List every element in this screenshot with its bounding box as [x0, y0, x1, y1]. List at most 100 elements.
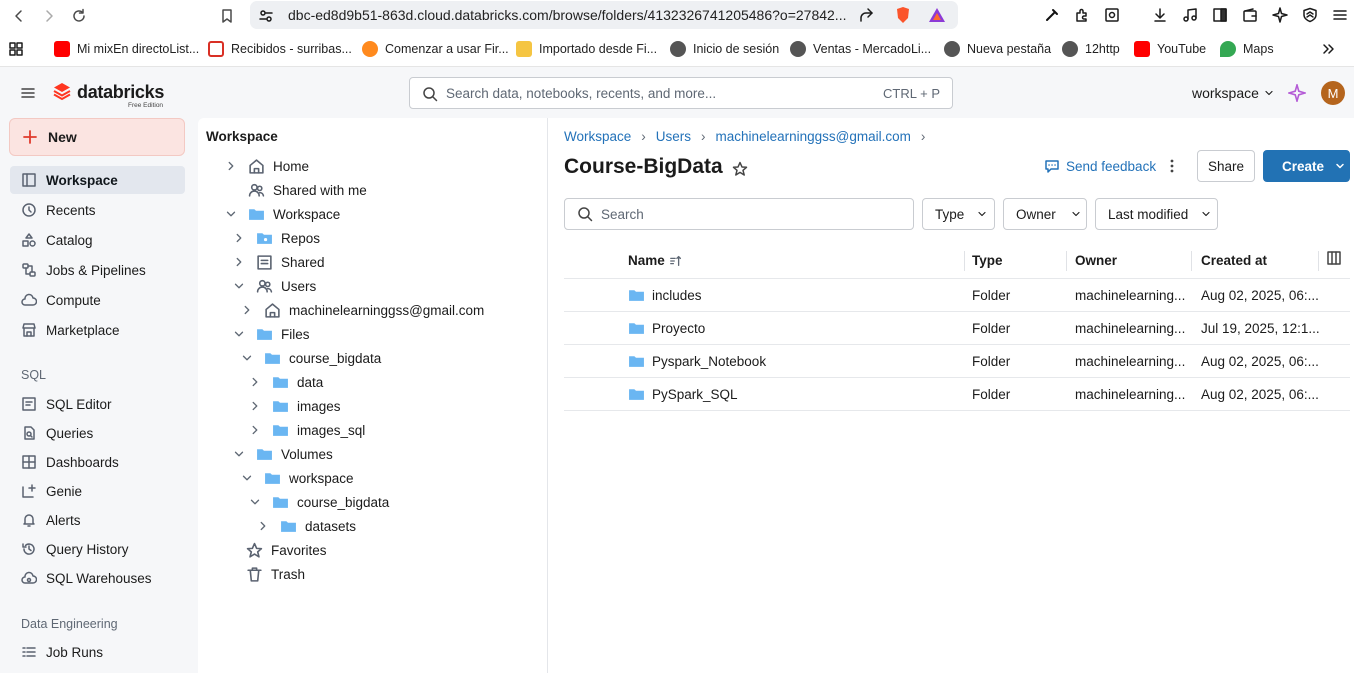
chevron-right-icon[interactable] [240, 303, 254, 317]
sort-icon[interactable] [669, 254, 683, 268]
extensions-icon[interactable] [1074, 7, 1090, 23]
chevron-right-icon[interactable] [224, 159, 238, 173]
tree-node-datasets[interactable]: datasets [256, 514, 356, 538]
sidebar-item-sql-editor[interactable]: SQL Editor [10, 390, 185, 418]
chevron-down-icon[interactable] [232, 327, 246, 341]
chevron-down-icon[interactable] [224, 207, 238, 221]
brand-name[interactable]: databricks [77, 82, 164, 103]
chevron-down-icon[interactable] [232, 447, 246, 461]
sidebar-item-queries[interactable]: Queries [10, 419, 185, 447]
address-bar[interactable]: dbc-ed8d9b51-863d.cloud.databricks.com/b… [250, 1, 958, 29]
reload-icon[interactable] [64, 2, 94, 30]
bookmark-item[interactable]: Recibidos - surribas... [208, 41, 352, 57]
tree-node-images[interactable]: images [248, 394, 341, 418]
brave-shield-icon[interactable] [894, 6, 912, 24]
table-row[interactable]: Pyspark_Notebook Folder machinelearning.… [564, 345, 1350, 378]
eyedropper-icon[interactable] [1044, 7, 1060, 23]
bookmark-item[interactable]: Mi mixEn directoList... [54, 41, 199, 57]
media-icon[interactable] [1182, 7, 1198, 23]
hamburger-menu-icon[interactable] [20, 85, 36, 101]
table-row[interactable]: includes Folder machinelearning... Aug 0… [564, 279, 1350, 312]
sidebar-item-genie[interactable]: Genie [10, 477, 185, 505]
sidebar-item-recents[interactable]: Recents [10, 196, 185, 224]
chevron-down-icon[interactable] [240, 351, 254, 365]
site-info-icon[interactable] [258, 8, 274, 24]
bookmark-item[interactable]: Comenzar a usar Fir... [362, 41, 509, 57]
tree-node-trash[interactable]: Trash [246, 562, 305, 586]
sidebar-item-dashboards[interactable]: Dashboards [10, 448, 185, 476]
tree-node-images-sql[interactable]: images_sql [248, 418, 365, 442]
sidebar-item-alerts[interactable]: Alerts [10, 506, 185, 534]
sidebar-item-jobs-pipelines[interactable]: Jobs & Pipelines [10, 256, 185, 284]
bookmark-item[interactable]: YouTube [1134, 41, 1206, 57]
sidebar-item-workspace[interactable]: Workspace [10, 166, 185, 194]
tree-node-data[interactable]: data [248, 370, 323, 394]
tree-node-users[interactable]: Users [232, 274, 316, 298]
owner-filter[interactable]: Owner [1003, 198, 1087, 230]
download-icon[interactable] [1152, 7, 1168, 23]
last-modified-filter[interactable]: Last modified [1095, 198, 1218, 230]
chevron-right-icon[interactable] [256, 519, 270, 533]
chevron-down-icon[interactable] [240, 471, 254, 485]
tree-node-files[interactable]: Files [232, 322, 310, 346]
global-search-input[interactable]: Search data, notebooks, recents, and mor… [409, 77, 953, 109]
tree-node-home[interactable]: Home [224, 154, 309, 178]
more-bookmarks-icon[interactable] [1320, 41, 1336, 57]
tree-node-user-home[interactable]: machinelearninggss@gmail.com [240, 298, 484, 322]
type-filter[interactable]: Type [922, 198, 995, 230]
leo-ai-icon[interactable] [1272, 7, 1288, 23]
avatar[interactable]: M [1321, 81, 1345, 105]
tree-node-repos[interactable]: Repos [232, 226, 320, 250]
sidebar-item-job-runs[interactable]: Job Runs [10, 638, 185, 666]
vpn-shield-icon[interactable] [1302, 7, 1318, 23]
menu-icon[interactable] [1332, 7, 1348, 23]
search-input[interactable]: Search [564, 198, 914, 230]
tree-node-volumes-course-bigdata[interactable]: course_bigdata [248, 490, 389, 514]
row-name-link[interactable]: includes [652, 288, 702, 303]
chevron-down-icon[interactable] [232, 279, 246, 293]
chevron-right-icon[interactable] [248, 423, 262, 437]
assistant-sparkle-icon[interactable] [1288, 84, 1306, 102]
tree-node-course-bigdata[interactable]: course_bigdata [240, 346, 381, 370]
sidebar-item-catalog[interactable]: Catalog [10, 226, 185, 254]
wallet-icon[interactable] [1242, 7, 1258, 23]
bookmark-item[interactable]: Inicio de sesión [670, 41, 779, 57]
favorite-star-icon[interactable] [732, 161, 748, 177]
more-options-icon[interactable] [1164, 158, 1180, 174]
table-row[interactable]: Proyecto Folder machinelearning... Jul 1… [564, 312, 1350, 345]
screenshot-icon[interactable] [1104, 7, 1120, 23]
chevron-right-icon[interactable] [232, 255, 246, 269]
row-name-link[interactable]: PySpark_SQL [652, 387, 738, 402]
sidebar-item-compute[interactable]: Compute [10, 286, 185, 314]
table-row[interactable]: PySpark_SQL Folder machinelearning... Au… [564, 378, 1350, 411]
sidebar-item-sql-warehouses[interactable]: SQL Warehouses [10, 564, 185, 592]
column-header-created-at[interactable]: Created at [1201, 253, 1267, 268]
back-icon[interactable] [4, 2, 34, 30]
chevron-right-icon[interactable] [248, 375, 262, 389]
column-header-type[interactable]: Type [972, 253, 1003, 268]
send-feedback-link[interactable]: Send feedback [1044, 158, 1156, 174]
tree-node-shared-with-me[interactable]: Shared with me [248, 178, 367, 202]
column-header-owner[interactable]: Owner [1075, 253, 1117, 268]
bookmark-item[interactable]: Maps [1220, 41, 1274, 57]
chevron-right-icon[interactable] [248, 399, 262, 413]
tree-node-volumes[interactable]: Volumes [232, 442, 333, 466]
bookmark-item[interactable]: 12http [1062, 41, 1120, 57]
breadcrumb-user-folder[interactable]: machinelearninggss@gmail.com [716, 129, 911, 144]
bookmark-item[interactable]: Nueva pestaña [944, 41, 1051, 57]
bookmark-item[interactable]: Ventas - MercadoLi... [790, 41, 931, 57]
column-settings-icon[interactable] [1326, 250, 1342, 266]
brave-rewards-icon[interactable] [928, 6, 946, 24]
chevron-right-icon[interactable] [232, 231, 246, 245]
share-page-icon[interactable] [858, 7, 874, 23]
chevron-down-icon[interactable] [248, 495, 262, 509]
new-button[interactable]: New [9, 118, 185, 156]
tree-node-favorites[interactable]: Favorites [246, 538, 327, 562]
row-name-link[interactable]: Proyecto [652, 321, 705, 336]
breadcrumb-users[interactable]: Users [656, 129, 691, 144]
row-name-link[interactable]: Pyspark_Notebook [652, 354, 766, 369]
create-button[interactable]: Create [1263, 150, 1350, 182]
tree-node-workspace[interactable]: Workspace [224, 202, 340, 226]
forward-icon[interactable] [34, 2, 64, 30]
bookmark-page-icon[interactable] [212, 2, 242, 30]
